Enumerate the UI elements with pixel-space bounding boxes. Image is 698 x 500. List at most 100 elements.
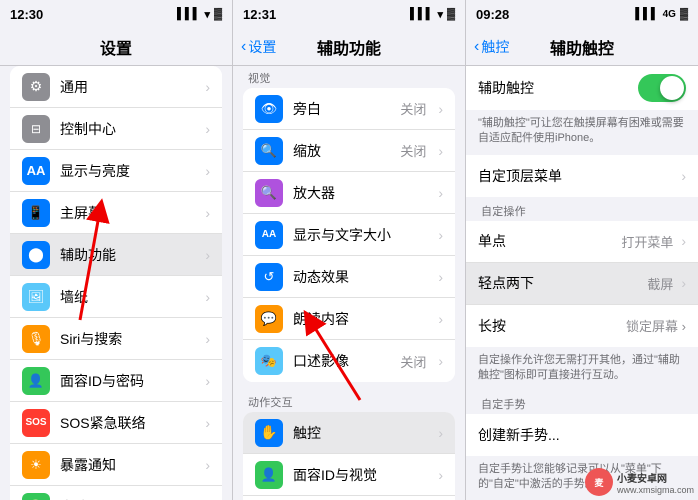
- mid-nav-bar: ‹ 设置 辅助功能: [233, 28, 465, 66]
- audiodesc-label: 口述影像: [293, 351, 390, 371]
- longpress-label: 长按: [478, 316, 618, 336]
- battery-icon: ▓: [447, 8, 455, 20]
- custom-menu-label: 自定顶层菜单: [478, 166, 673, 186]
- left-panel: 12:30 ▌▌▌ ▾ ▓ 设置 ⚙ 通用 › ⊟ 控制中心 ›: [0, 0, 233, 500]
- mid-item-motion[interactable]: ↺ 动态效果 ›: [243, 256, 455, 298]
- assistive-touch-toggle-row: 辅助触控: [466, 66, 698, 110]
- wifi-icon: ▾: [204, 8, 210, 21]
- signal-icon: ▌▌▌: [635, 8, 658, 20]
- sidebar-item-accessibility[interactable]: ⬤ 辅助功能 ›: [10, 234, 222, 276]
- mid-vision-group: 👁 旁白 关闭 › 🔍 缩放 关闭 › 🔍 放大器 › AA: [243, 88, 455, 382]
- voiceover-label: 旁白: [293, 99, 390, 119]
- left-status-bar: 12:30 ▌▌▌ ▾ ▓: [0, 0, 232, 28]
- wallpaper-icon: 🖼: [22, 283, 50, 311]
- mid-section-vision: 视觉: [233, 66, 465, 88]
- sidebar-item-faceid[interactable]: 👤 面容ID与密码 ›: [10, 360, 222, 402]
- left-title: 设置: [100, 35, 132, 59]
- magnifier-label: 放大器: [293, 183, 426, 203]
- motion-icon: ↺: [255, 263, 283, 291]
- customaction-desc: 自定操作允许您无需打开其他，通过"辅助触控"图标即可直接进行互动。: [466, 349, 698, 392]
- watermark-logo: 麦: [585, 468, 613, 496]
- accessibility-icon: ⬤: [22, 241, 50, 269]
- faceid-icon: 👤: [22, 367, 50, 395]
- mid-item-touch[interactable]: ✋ 触控 ›: [243, 412, 455, 454]
- battery-icon: 🔋: [22, 493, 50, 500]
- mid-title: 辅助功能: [317, 35, 381, 59]
- mid-item-spoken[interactable]: 💬 朗读内容 ›: [243, 298, 455, 340]
- right-back-label: 触控: [481, 37, 509, 57]
- 4g-icon: 4G: [663, 9, 676, 20]
- sidebar-item-homescreen[interactable]: 📱 主屏幕 ›: [10, 192, 222, 234]
- right-time: 09:28: [476, 7, 509, 22]
- mid-item-magnifier[interactable]: 🔍 放大器 ›: [243, 172, 455, 214]
- custom-menu-row[interactable]: 自定顶层菜单 ›: [466, 155, 698, 197]
- right-item-doubletap[interactable]: 轻点两下 截屏 ›: [466, 263, 698, 305]
- accessibility-label: 辅助功能: [60, 245, 193, 265]
- left-list-group: ⚙ 通用 › ⊟ 控制中心 › AA 显示与亮度 › 📱 主屏幕 ›: [10, 66, 222, 500]
- right-item-single[interactable]: 单点 打开菜单 ›: [466, 221, 698, 263]
- right-nav-bar: ‹ 触控 辅助触控: [466, 28, 698, 66]
- doubletap-label: 轻点两下: [478, 273, 639, 293]
- back-chevron-icon: ‹: [241, 38, 246, 56]
- watermark: 麦 小麦安卓网 www.xmsigma.com: [585, 468, 694, 496]
- assistive-touch-desc: "辅助触控"可让您在触摸屏幕有困难或需要自适应配件使用iPhone。: [466, 112, 698, 155]
- displaytext-label: 显示与文字大小: [293, 225, 426, 245]
- siri-label: Siri与搜索: [60, 329, 193, 349]
- sidebar-item-control[interactable]: ⊟ 控制中心 ›: [10, 108, 222, 150]
- right-status-icons: ▌▌▌ 4G ▓: [635, 8, 688, 20]
- zoom-icon: 🔍: [255, 137, 283, 165]
- right-back-button[interactable]: ‹ 触控: [474, 37, 509, 57]
- mid-status-bar: 12:31 ▌▌▌ ▾ ▓: [233, 0, 465, 28]
- touch-icon: ✋: [255, 419, 283, 447]
- left-status-icons: ▌▌▌ ▾ ▓: [177, 8, 222, 21]
- mid-item-faceid2[interactable]: 👤 面容ID与视觉 ›: [243, 454, 455, 496]
- sos-icon: SOS: [22, 409, 50, 437]
- left-time: 12:30: [10, 7, 43, 22]
- mid-scroll[interactable]: 视觉 👁 旁白 关闭 › 🔍 缩放 关闭 › 🔍 放大器 ›: [233, 66, 465, 500]
- exposure-label: 暴露通知: [60, 455, 193, 475]
- signal-icon: ▌▌▌: [177, 8, 200, 20]
- mid-item-switch[interactable]: ⬛ 切换控制 关闭 ›: [243, 496, 455, 500]
- zoom-label: 缩放: [293, 141, 390, 161]
- right-item-longpress[interactable]: 长按 锁定屏幕 ›: [466, 305, 698, 347]
- mid-interaction-group: ✋ 触控 › 👤 面容ID与视觉 › ⬛ 切换控制 关闭 › 🎙 语: [243, 412, 455, 500]
- faceid2-label: 面容ID与视觉: [293, 465, 426, 485]
- display-label: 显示与亮度: [60, 161, 193, 181]
- control-icon: ⊟: [22, 115, 50, 143]
- mid-status-icons: ▌▌▌ ▾ ▓: [410, 8, 455, 21]
- left-scroll[interactable]: ⚙ 通用 › ⊟ 控制中心 › AA 显示与亮度 › 📱 主屏幕 ›: [0, 66, 232, 500]
- right-section-gesture: 自定手势: [466, 392, 698, 414]
- wallpaper-label: 墙纸: [60, 287, 193, 307]
- mid-back-button[interactable]: ‹ 设置: [241, 37, 276, 57]
- sidebar-item-exposure[interactable]: ☀ 暴露通知 ›: [10, 444, 222, 486]
- general-icon: ⚙: [22, 73, 50, 101]
- right-status-bar: 09:28 ▌▌▌ 4G ▓: [466, 0, 698, 28]
- sidebar-item-siri[interactable]: 🎙 Siri与搜索 ›: [10, 318, 222, 360]
- right-item-newgesture[interactable]: 创建新手势...: [466, 414, 698, 456]
- sidebar-item-display[interactable]: AA 显示与亮度 ›: [10, 150, 222, 192]
- displaytext-icon: AA: [255, 221, 283, 249]
- battery-icon: ▓: [680, 8, 688, 20]
- right-panel: 09:28 ▌▌▌ 4G ▓ ‹ 触控 辅助触控 辅助触控 "辅助触控"可让您在: [466, 0, 698, 500]
- mid-item-voiceover[interactable]: 👁 旁白 关闭 ›: [243, 88, 455, 130]
- mid-item-displaytext[interactable]: AA 显示与文字大小 ›: [243, 214, 455, 256]
- mid-back-label: 设置: [248, 37, 276, 57]
- assistive-touch-toggle[interactable]: [638, 74, 686, 102]
- single-label: 单点: [478, 231, 613, 251]
- homescreen-icon: 📱: [22, 199, 50, 227]
- general-label: 通用: [60, 77, 193, 97]
- audiodesc-icon: 🎭: [255, 347, 283, 375]
- sidebar-item-sos[interactable]: SOS SOS紧急联络 ›: [10, 402, 222, 444]
- mid-item-zoom[interactable]: 🔍 缩放 关闭 ›: [243, 130, 455, 172]
- sidebar-item-general[interactable]: ⚙ 通用 ›: [10, 66, 222, 108]
- faceid-label: 面容ID与密码: [60, 371, 193, 391]
- touch-label: 触控: [293, 423, 426, 443]
- sidebar-item-battery[interactable]: 🔋 电池 ›: [10, 486, 222, 500]
- watermark-text: 小麦安卓网 www.xmsigma.com: [617, 470, 694, 495]
- sidebar-item-wallpaper[interactable]: 🖼 墙纸 ›: [10, 276, 222, 318]
- right-section-customactions: 自定操作: [466, 199, 698, 221]
- newgesture-label: 创建新手势...: [478, 425, 686, 445]
- mid-item-audiodesc[interactable]: 🎭 口述影像 关闭 ›: [243, 340, 455, 382]
- right-scroll[interactable]: 辅助触控 "辅助触控"可让您在触摸屏幕有困难或需要自适应配件使用iPhone。 …: [466, 66, 698, 500]
- left-nav-bar: 设置: [0, 28, 232, 66]
